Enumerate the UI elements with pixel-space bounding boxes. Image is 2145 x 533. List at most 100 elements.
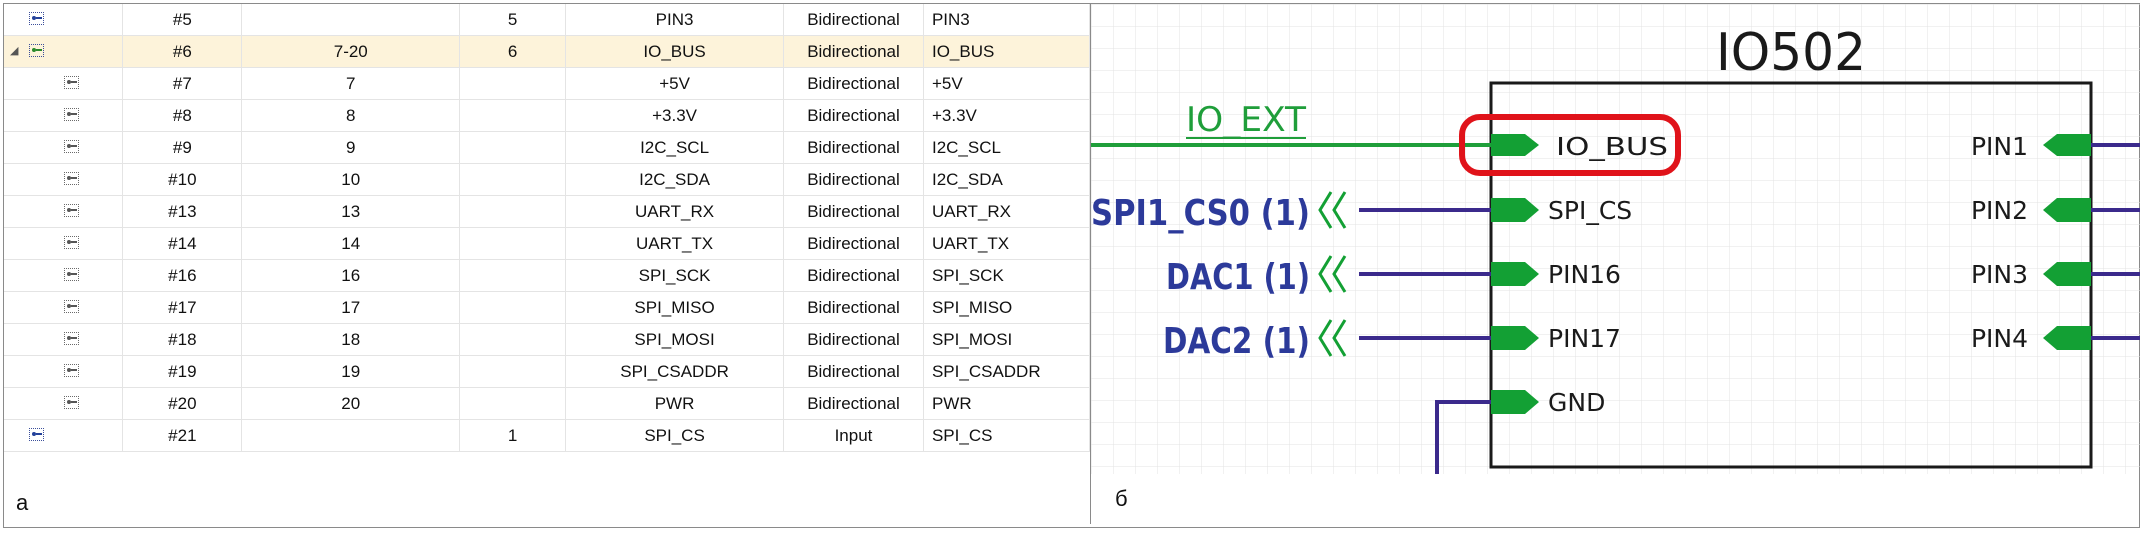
pin-number-cell: 6 [459, 35, 567, 68]
pin-icon [64, 140, 79, 153]
net-cell: UART_RX [923, 195, 1090, 228]
pin-type-cell: Bidirectional [783, 67, 924, 100]
component-title[interactable]: IO502 [1716, 23, 1866, 83]
pin-type-cell: Bidirectional [783, 35, 924, 68]
pin-name-cell: PWR [565, 387, 785, 420]
pin-type-cell: Bidirectional [783, 163, 924, 196]
right-pin-label: PIN2 [1971, 196, 2028, 225]
designator-cell: #7 [122, 67, 243, 100]
range-cell: 17 [241, 291, 461, 324]
pin-number-cell [459, 323, 567, 356]
range-cell: 8 [241, 99, 461, 132]
row-icon-cell [4, 67, 124, 100]
pin-type-cell: Bidirectional [783, 387, 924, 420]
pin-icon [29, 428, 44, 441]
designator-cell: #16 [122, 259, 243, 292]
pin-table-row[interactable]: #21 1 SPI_CS Input SPI_CS [4, 419, 1090, 452]
left-pin-gnd[interactable]: GND [1491, 388, 1605, 417]
row-icon-cell [4, 99, 124, 132]
panel-label-b: б [1115, 486, 1128, 511]
expand-toggle-icon[interactable]: ◢ [10, 44, 18, 57]
pin-name-cell: SPI_SCK [565, 259, 785, 292]
pin-icon [64, 300, 79, 313]
net-cell: UART_TX [923, 227, 1090, 260]
pin-table-row[interactable]: #5 5 PIN3 Bidirectional PIN3 [4, 4, 1090, 36]
row-icon-cell [4, 291, 124, 324]
pin-name-cell: PIN3 [565, 4, 785, 36]
pin-type-cell: Bidirectional [783, 99, 924, 132]
pin-table-row[interactable]: #8 8 +3.3V Bidirectional +3.3V [4, 99, 1090, 132]
row-icon-cell [4, 355, 124, 388]
pin-table-row[interactable]: #16 16 SPI_SCK Bidirectional SPI_SCK [4, 259, 1090, 292]
left-pin-label: SPI_CS [1548, 196, 1632, 225]
pin-table-row[interactable]: ◢ #6 7-20 6 IO_BUS Bidirectional IO_BUS [4, 35, 1090, 68]
left-pin-spi-cs[interactable]: SPI_CS [1491, 196, 1632, 225]
net-label-io-ext[interactable]: IO_EXT [1186, 100, 1306, 140]
right-pin-label: PIN3 [1971, 260, 2028, 289]
designator-cell: #18 [122, 323, 243, 356]
port-spi1-cs0[interactable]: SPI1_CS0 (1) [1091, 191, 1347, 234]
pin-number-cell [459, 131, 567, 164]
range-cell: 16 [241, 259, 461, 292]
pin-name-cell: SPI_CSADDR [565, 355, 785, 388]
pin-table-row[interactable]: #7 7 +5V Bidirectional +5V [4, 67, 1090, 100]
pin-icon [29, 12, 44, 25]
pin-name-cell: IO_BUS [565, 35, 785, 68]
pin-name-cell: I2C_SDA [565, 163, 785, 196]
range-cell: 14 [241, 227, 461, 260]
schematic-grid [1091, 4, 2140, 474]
range-cell: 7-20 [241, 35, 461, 68]
pin-table: #5 5 PIN3 Bidirectional PIN3 ◢ #6 7-20 6 IO_BUS Bi… [4, 4, 1090, 452]
left-pin-pin16[interactable]: PIN16 [1491, 260, 1621, 289]
pin-table-panel: #5 5 PIN3 Bidirectional PIN3 ◢ #6 7-20 6 IO_BUS Bi… [4, 4, 1090, 524]
pin-icon [64, 76, 79, 89]
designator-cell: #20 [122, 387, 243, 420]
pin-type-cell: Bidirectional [783, 259, 924, 292]
pin-icon [64, 268, 79, 281]
designator-cell: #19 [122, 355, 243, 388]
range-cell: 9 [241, 131, 461, 164]
pin-table-row[interactable]: #18 18 SPI_MOSI Bidirectional SPI_MOSI [4, 323, 1090, 356]
pin-icon [64, 172, 79, 185]
pin-icon [64, 332, 79, 345]
range-cell: 18 [241, 323, 461, 356]
pin-icon [64, 396, 79, 409]
pin-table-row[interactable]: #9 9 I2C_SCL Bidirectional I2C_SCL [4, 131, 1090, 164]
designator-cell: #10 [122, 163, 243, 196]
pin-icon [64, 364, 79, 377]
pin-number-cell [459, 259, 567, 292]
row-icon-cell [4, 131, 124, 164]
designator-cell: #8 [122, 99, 243, 132]
pin-table-row[interactable]: #13 13 UART_RX Bidirectional UART_RX [4, 195, 1090, 228]
pin-table-row[interactable]: #19 19 SPI_CSADDR Bidirectional SPI_CSADDR [4, 355, 1090, 388]
pin-number-cell [459, 387, 567, 420]
pin-icon [64, 108, 79, 121]
designator-cell: #6 [122, 35, 243, 68]
designator-cell: #17 [122, 291, 243, 324]
pin-table-row[interactable]: #14 14 UART_TX Bidirectional UART_TX [4, 227, 1090, 260]
pin-number-cell [459, 355, 567, 388]
pin-number-cell [459, 195, 567, 228]
row-icon-cell [4, 195, 124, 228]
pin-name-cell: SPI_CS [565, 419, 785, 452]
pin-number-cell [459, 291, 567, 324]
range-cell: 10 [241, 163, 461, 196]
pin-number-cell [459, 99, 567, 132]
net-cell: +3.3V [923, 99, 1090, 132]
net-cell: PIN3 [923, 4, 1090, 36]
row-icon-cell [4, 227, 124, 260]
pin-type-cell: Input [783, 419, 924, 452]
pin-name-cell: I2C_SCL [565, 131, 785, 164]
net-cell: SPI_CSADDR [923, 355, 1090, 388]
pin-name-cell: UART_TX [565, 227, 785, 260]
pin-table-row[interactable]: #17 17 SPI_MISO Bidirectional SPI_MISO [4, 291, 1090, 324]
range-cell: 20 [241, 387, 461, 420]
designator-cell: #13 [122, 195, 243, 228]
pin-table-row[interactable]: #10 10 I2C_SDA Bidirectional I2C_SDA [4, 163, 1090, 196]
range-cell: 7 [241, 67, 461, 100]
net-cell: +5V [923, 67, 1090, 100]
pin-type-cell: Bidirectional [783, 355, 924, 388]
left-pin-pin17[interactable]: PIN17 [1491, 324, 1621, 353]
pin-table-row[interactable]: #20 20 PWR Bidirectional PWR [4, 387, 1090, 420]
pin-type-cell: Bidirectional [783, 323, 924, 356]
